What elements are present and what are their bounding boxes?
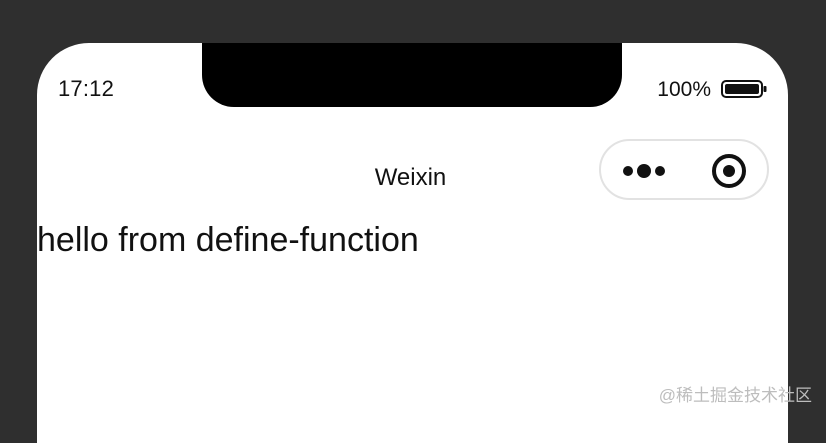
hello-text: hello from define-function [37, 221, 419, 259]
close-icon[interactable] [711, 153, 747, 189]
watermark: @稀土掘金技术社区 [658, 386, 812, 405]
battery-icon [721, 80, 767, 98]
more-icon[interactable] [621, 161, 671, 181]
status-time: 17:12 [58, 76, 115, 101]
battery-percentage: 100% [657, 78, 711, 101]
notch [202, 43, 622, 107]
menu-capsule [599, 139, 769, 200]
